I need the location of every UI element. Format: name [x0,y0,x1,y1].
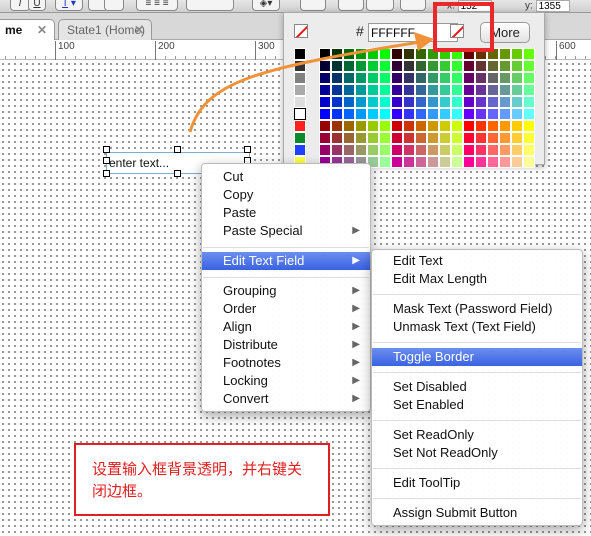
menu-item-paste-special[interactable]: Paste Special ▶ [202,222,370,240]
menu-item-align[interactable]: Align ▶ [202,318,370,336]
menu-item-label: Toggle Border [393,349,474,364]
menu-item-assign-submit-button[interactable]: Assign Submit Button [372,504,582,522]
menu-item-label: Footnotes [223,355,281,370]
submenu-arrow-icon: ▶ [352,285,360,296]
annotation-note: 设置输入框背景透明，并右键关闭边框。 [74,443,330,516]
submenu-arrow-icon: ▶ [352,255,360,266]
arrow-head [414,32,434,51]
arrow-line [188,40,421,133]
menu-item-distribute[interactable]: Distribute ▶ [202,336,370,354]
menu-item-label: Unmask Text (Text Field) [393,319,536,334]
menu-item-order[interactable]: Order ▶ [202,300,370,318]
menu-item-edit-tooltip[interactable]: Edit ToolTip [372,474,582,492]
menu-item-label: Set Disabled [393,379,467,394]
menu-separator [373,468,581,469]
menu-item-label: Convert [223,391,269,406]
menu-item-grouping[interactable]: Grouping ▶ [202,282,370,300]
menu-item-label: Set ReadOnly [393,427,474,442]
menu-item-edit-max-length[interactable]: Edit Max Length [372,270,582,288]
menu-item-edit-text-field[interactable]: Edit Text Field ▶ [202,252,370,270]
menu-item-label: Align [223,319,252,334]
submenu-arrow-icon: ▶ [352,303,360,314]
menu-item-label: Paste Special [223,223,303,238]
submenu-arrow-icon: ▶ [352,357,360,368]
menu-item-label: Edit Text [393,253,443,268]
submenu-arrow-icon: ▶ [352,375,360,386]
menu-item-footnotes[interactable]: Footnotes ▶ [202,354,370,372]
menu-item-set-disabled[interactable]: Set Disabled [372,378,582,396]
menu-item-set-readonly[interactable]: Set ReadOnly [372,426,582,444]
menu-item-label: Mask Text (Password Field) [393,301,553,316]
menu-item-label: Grouping [223,283,277,298]
menu-separator [373,342,581,343]
menu-item-mask-text-password-field[interactable]: Mask Text (Password Field) [372,300,582,318]
menu-item-label: Distribute [223,337,278,352]
menu-separator [203,247,369,248]
submenu-arrow-icon: ▶ [352,339,360,350]
menu-separator [373,372,581,373]
menu-item-label: Set Not ReadOnly [393,445,498,460]
menu-item-edit-text[interactable]: Edit Text [372,252,582,270]
menu-item-label: Assign Submit Button [393,505,518,520]
menu-item-toggle-border[interactable]: Toggle Border [372,348,582,366]
menu-item-set-enabled[interactable]: Set Enabled [372,396,582,414]
menu-item-paste[interactable]: Paste [202,204,370,222]
submenu-arrow-icon: ▶ [352,321,360,332]
menu-separator [373,420,581,421]
menu-item-label: Order [223,301,257,316]
menu-item-label: Cut [223,169,244,184]
menu-item-label: Locking [223,373,268,388]
menu-separator [203,277,369,278]
submenu-arrow-icon: ▶ [352,393,360,404]
menu-item-unmask-text-text-field[interactable]: Unmask Text (Text Field) [372,318,582,336]
context-menu: Cut Copy Paste Paste Special ▶ Edit Text Fiel… [201,163,371,412]
menu-separator [373,294,581,295]
menu-item-label: Set Enabled [393,397,464,412]
menu-item-label: Edit ToolTip [393,475,461,490]
menu-item-label: Copy [223,187,254,202]
menu-item-locking[interactable]: Locking ▶ [202,372,370,390]
menu-item-copy[interactable]: Copy [202,186,370,204]
menu-item-label: Paste [223,205,257,220]
menu-item-cut[interactable]: Cut [202,168,370,186]
menu-item-convert[interactable]: Convert ▶ [202,390,370,408]
submenu-edit-text-field: Edit Text Edit Max Length Mask Text (Passw… [371,249,583,526]
menu-item-label: Edit Text Field [223,253,305,268]
submenu-arrow-icon: ▶ [352,225,360,236]
menu-item-set-not-readonly[interactable]: Set Not ReadOnly [372,444,582,462]
menu-item-label: Edit Max Length [393,271,487,286]
menu-separator [373,498,581,499]
